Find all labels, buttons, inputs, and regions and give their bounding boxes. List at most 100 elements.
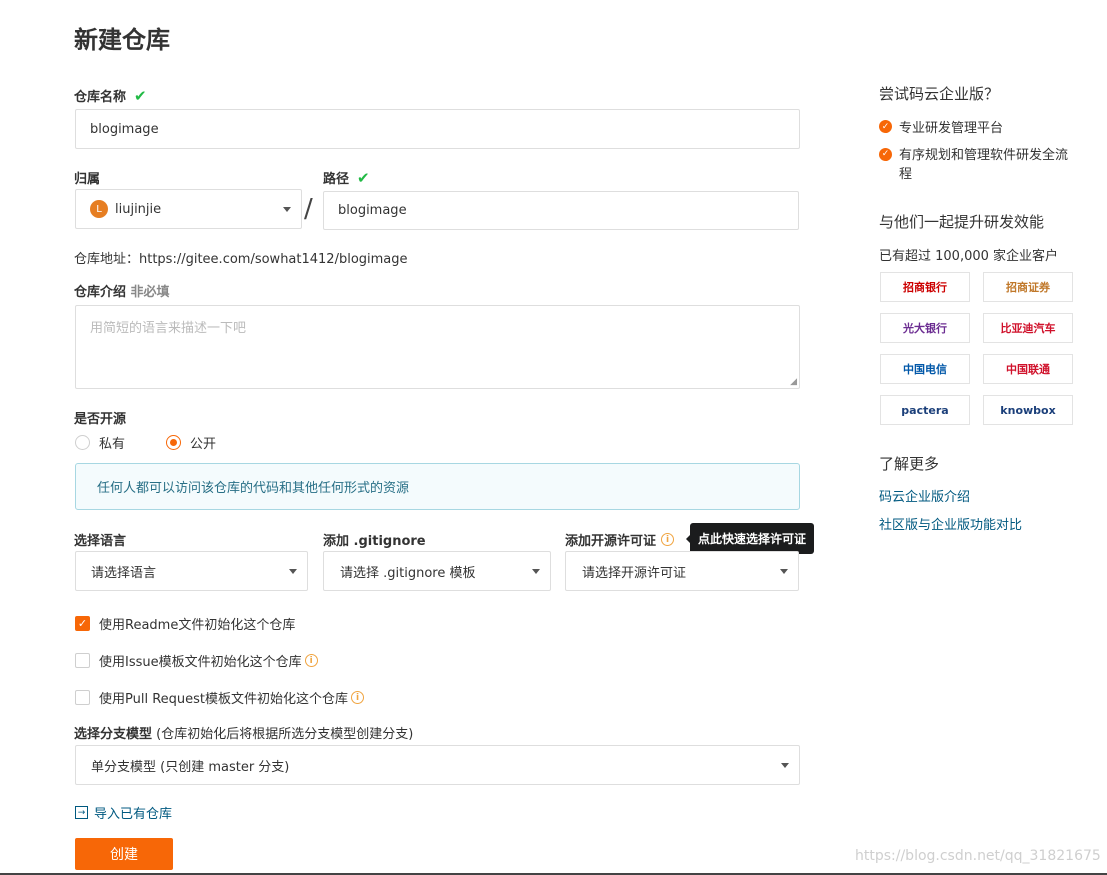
path-value: blogimage — [338, 203, 407, 218]
logo-text: knowbox — [1000, 403, 1056, 417]
radio-public-circle[interactable] — [166, 435, 181, 450]
license-value: 请选择开源许可证 — [582, 565, 687, 581]
check-icon: ✔ — [357, 168, 370, 187]
customers-text: 已有超过 100,000 家企业客户 — [879, 249, 1059, 264]
init-issue-option[interactable]: 使用Issue模板文件初始化这个仓库 i — [75, 651, 318, 670]
branch-model-hint: (仓库初始化后将根据所选分支模型创建分支) — [156, 727, 414, 742]
checkbox-issue[interactable] — [75, 653, 90, 668]
logo-text: pactera — [901, 403, 949, 417]
license-tooltip: 点此快速选择许可证 — [690, 523, 814, 554]
gitignore-select[interactable]: 请选择 .gitignore 模板 — [323, 551, 551, 591]
branch-model-value: 单分支模型 (只创建 master 分支) — [91, 759, 290, 775]
init-readme-option[interactable]: ✓ 使用Readme文件初始化这个仓库 — [75, 614, 295, 633]
radio-private[interactable]: 私有 — [75, 433, 125, 452]
optional-tag: 非必填 — [130, 285, 170, 300]
path-label-row: 路径 ✔ — [323, 168, 370, 188]
visibility-notice-text: 任何人都可以访问该仓库的代码和其他任何形式的资源 — [97, 481, 410, 496]
logo-byd: 比亚迪汽车 — [983, 313, 1073, 343]
description-textarea[interactable]: 用简短的语言来描述一下吧 ◢ — [75, 305, 800, 389]
checkbox-readme[interactable]: ✓ — [75, 616, 90, 631]
logo-knowbox: knowbox — [983, 395, 1073, 425]
radio-public[interactable]: 公开 — [166, 433, 216, 452]
license-label-row: 添加开源许可证 i — [565, 530, 675, 549]
init-issue-label: 使用Issue模板文件初始化这个仓库 — [99, 655, 302, 670]
check-circle-icon: ✓ — [879, 148, 892, 161]
enterprise-intro-link[interactable]: 码云企业版介绍 — [879, 486, 970, 505]
feature-text: 专业研发管理平台 — [899, 121, 1004, 136]
path-label: 路径 — [323, 172, 350, 187]
owner-label: 归属 — [74, 172, 101, 187]
visibility-notice: 任何人都可以访问该仓库的代码和其他任何形式的资源 — [75, 463, 800, 510]
init-readme-label: 使用Readme文件初始化这个仓库 — [99, 618, 296, 633]
checkbox-pull-request[interactable] — [75, 690, 90, 705]
language-value: 请选择语言 — [91, 565, 157, 581]
logo-text: 中国联通 — [1006, 363, 1050, 376]
logo-cmb: 招商银行 — [880, 272, 970, 302]
repo-name-label-row: 仓库名称 ✔ — [74, 86, 147, 106]
init-pr-label: 使用Pull Request模板文件初始化这个仓库 — [99, 692, 349, 707]
learn-more-title: 了解更多 — [879, 455, 940, 473]
check-circle-icon: ✓ — [879, 120, 892, 133]
logo-ceb: 光大银行 — [880, 313, 970, 343]
tooltip-arrow — [686, 534, 691, 544]
chevron-down-icon — [289, 569, 297, 574]
watermark: https://blog.csdn.net/qq_31821675 — [855, 848, 1101, 864]
owner-select[interactable]: L liujinjie — [75, 189, 302, 229]
resize-handle-icon[interactable]: ◢ — [790, 377, 797, 387]
import-repo-label: 导入已有仓库 — [94, 807, 173, 822]
feature-item: ✓ 有序规划和管理软件研发全流程 — [879, 146, 1079, 184]
license-label: 添加开源许可证 — [565, 534, 657, 549]
logo-cmbs: 招商证券 — [983, 272, 1073, 302]
logo-china-telecom: 中国电信 — [880, 354, 970, 384]
logo-text: 光大银行 — [903, 322, 947, 335]
chevron-down-icon — [780, 569, 788, 574]
license-tooltip-text: 点此快速选择许可证 — [697, 532, 806, 546]
description-label: 仓库介绍 — [74, 285, 127, 300]
enterprise-title: 尝试码云企业版？ — [879, 85, 1000, 103]
logo-text: 招商证券 — [1006, 281, 1050, 294]
page-title: 新建仓库 — [74, 26, 170, 54]
path-separator: / — [304, 194, 313, 224]
check-icon: ✔ — [134, 86, 147, 105]
chevron-down-icon — [781, 763, 789, 768]
radio-public-label: 公开 — [190, 437, 217, 452]
open-source-label: 是否开源 — [74, 412, 127, 427]
feature-item: ✓ 专业研发管理平台 — [879, 117, 1003, 136]
avatar: L — [90, 200, 108, 218]
radio-private-label: 私有 — [99, 437, 126, 452]
chevron-down-icon — [283, 207, 291, 212]
license-select[interactable]: 请选择开源许可证 — [565, 551, 799, 591]
repo-name-label: 仓库名称 — [74, 90, 127, 105]
language-label: 选择语言 — [74, 534, 127, 549]
init-pr-option[interactable]: 使用Pull Request模板文件初始化这个仓库 i — [75, 688, 365, 707]
logo-text: 比亚迪汽车 — [1000, 322, 1056, 335]
description-placeholder: 用简短的语言来描述一下吧 — [90, 321, 247, 336]
logo-text: 中国电信 — [903, 363, 947, 376]
repo-name-value: blogimage — [90, 121, 159, 137]
info-icon[interactable]: i — [351, 691, 365, 704]
import-repo-link[interactable]: → 导入已有仓库 — [75, 803, 172, 822]
import-icon: → — [75, 806, 88, 819]
join-title: 与他们一起提升研发效能 — [879, 213, 1045, 231]
logo-text: 招商银行 — [903, 281, 947, 294]
create-button-label: 创建 — [110, 847, 138, 863]
logo-pactera: pactera — [880, 395, 970, 425]
chevron-down-icon — [532, 569, 540, 574]
feature-text: 有序规划和管理软件研发全流程 — [899, 148, 1069, 182]
path-input[interactable]: blogimage — [323, 191, 799, 230]
branch-model-label: 选择分支模型 — [74, 727, 153, 742]
branch-model-select[interactable]: 单分支模型 (只创建 master 分支) — [75, 745, 800, 785]
branch-model-label-row: 选择分支模型 (仓库初始化后将根据所选分支模型创建分支) — [74, 723, 413, 742]
logo-china-unicom: 中国联通 — [983, 354, 1073, 384]
repo-address: 仓库地址：https://gitee.com/sowhat1412/blogim… — [74, 252, 408, 267]
compare-link[interactable]: 社区版与企业版功能对比 — [879, 514, 1022, 533]
description-label-row: 仓库介绍 非必填 — [74, 281, 170, 300]
info-icon[interactable]: i — [304, 654, 318, 667]
create-button[interactable]: 创建 — [75, 838, 173, 870]
owner-value: liujinjie — [115, 201, 162, 217]
radio-private-circle[interactable] — [75, 435, 90, 450]
gitignore-label: 添加 .gitignore — [323, 534, 426, 549]
language-select[interactable]: 请选择语言 — [75, 551, 308, 591]
repo-name-input[interactable]: blogimage — [75, 109, 800, 149]
info-icon[interactable]: i — [661, 533, 675, 546]
